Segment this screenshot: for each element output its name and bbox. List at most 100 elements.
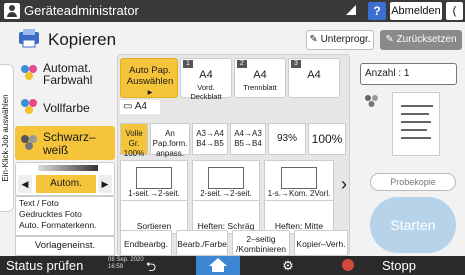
one-click-job-label: Ein-Klick-Job auswählen (1, 94, 10, 182)
full-color-icon (21, 99, 39, 115)
tray-3-number: 3 (291, 60, 301, 68)
density-scale (38, 165, 98, 171)
scale-fit-button[interactable]: An Pap.form. anpass. (150, 123, 190, 158)
bypass-tray-button[interactable]: ▭ A4 (120, 100, 160, 114)
tab-duplex-combine-l1: 2–seitig (246, 234, 276, 244)
quantity-field[interactable]: Anzahl : 1 (360, 63, 457, 85)
back-icon[interactable]: ⮌ (136, 258, 166, 274)
scale-93-button[interactable]: 93% (268, 123, 306, 155)
scale-fit-l2: anpass. (155, 149, 185, 158)
scale-a4-a3-button[interactable]: A4→A3 B5→B4 (230, 123, 266, 155)
color-full-option[interactable]: Vollfarbe (15, 92, 115, 122)
tray-1-number: 1 (183, 60, 193, 68)
power-button[interactable]: ( (446, 2, 463, 20)
next-page-arrow-icon[interactable]: › (337, 172, 351, 196)
sort-button[interactable]: Sortieren (120, 200, 188, 234)
duplex-1-2-icon (136, 167, 172, 189)
finishing-row: Sortieren Heften: Schräg Heften: Mitte (120, 200, 335, 234)
scale-full-l1: Volle Gr. (125, 129, 143, 148)
bw-line2: weiß (43, 143, 69, 157)
staple-slant-button[interactable]: Heften: Schräg (192, 200, 260, 234)
preview-mode-icon (365, 95, 378, 107)
reset-button[interactable]: ✎ Zurücksetzen (380, 30, 462, 50)
duplex-combine-label: 1-s.→Kom. 2Vorl. (267, 189, 331, 198)
scale-full-button[interactable]: Volle Gr. 100% (120, 123, 148, 158)
density-increase-button[interactable]: ▶ (98, 175, 112, 193)
tab-edit-color[interactable]: Bearb./Farbe (176, 230, 228, 256)
subprogram-label: Unterprogr. (320, 34, 371, 45)
original-type-line1: Text / Foto (19, 198, 59, 208)
auto-paper-button[interactable]: Auto Pap. Auswählen ▸ (120, 58, 178, 98)
top-bar: Geräteadministrator ? Abmelden ( (0, 0, 465, 22)
corner-dropdown-icon[interactable] (346, 5, 356, 15)
density-decrease-button[interactable]: ◀ (18, 175, 32, 193)
duplex-combine-icon (281, 167, 317, 189)
tray-2-button[interactable]: 2 A4 Trennblatt (234, 58, 286, 98)
check-status-button[interactable]: Status prüfen (6, 258, 83, 273)
color-auto-option[interactable]: Automat. Farbwahl (15, 58, 115, 88)
tray-2-sub: Trennblatt (243, 83, 277, 92)
tab-duplex-combine-l2: /Kombinieren (235, 244, 287, 254)
tab-copy-ratio[interactable]: Kopier–Verh. (294, 230, 348, 256)
original-type-line3: Auto. Formaterkenn. (19, 220, 97, 230)
start-button[interactable]: Starten (370, 197, 456, 253)
auto-color-line2: Farbwahl (43, 73, 93, 87)
tray-2-number: 2 (237, 60, 247, 68)
scale-fit-l1: An Pap.form. (152, 129, 188, 148)
sample-copy-button[interactable]: Probekopie (370, 173, 456, 191)
bypass-tray-size: A4 (134, 101, 147, 112)
subprogram-icon: ✎ (309, 34, 321, 45)
page-title: Kopieren (48, 30, 117, 49)
home-button[interactable] (196, 256, 240, 275)
bw-icon (21, 133, 39, 150)
tray-2-size: A4 (253, 69, 267, 81)
original-type-button[interactable]: Text / Foto Gedrucktes Foto Auto. Format… (15, 196, 115, 236)
duplex-1-2-label: 1-seit.→2-seit. (128, 189, 180, 198)
gear-icon[interactable]: ⚙ (278, 258, 298, 274)
duplex-2-2-icon (208, 167, 244, 189)
reset-icon: ✎ (385, 34, 397, 45)
duplex-2-2-label: 2-seit.→2-seit. (200, 189, 252, 198)
stop-icon (342, 259, 354, 271)
tab-duplex-combine[interactable]: 2–seitig /Kombinieren (232, 230, 290, 256)
scale-a3-a4-l2: B4→B5 (196, 139, 224, 148)
scale-a4-a3-l1: A4→A3 (234, 129, 262, 138)
subprogram-button[interactable]: ✎ Unterprogr. (306, 30, 374, 50)
scale-a3-a4-l1: A3→A4 (196, 129, 224, 138)
tray-3-size: A4 (307, 69, 321, 81)
full-color-label: Vollfarbe (43, 101, 90, 115)
reset-label: Zurücksetzen (396, 34, 457, 45)
tray-1-button[interactable]: 1 A4 Vord. Deckblatt (180, 58, 232, 101)
status-bar: Status prüfen 08 Sep. 2020 16:59 ⮌ ⚙ Sto… (0, 256, 465, 275)
tray-1-sub: Vord. Deckblatt (190, 83, 222, 101)
function-tabs: Endbearbg. Bearb./Farbe 2–seitig /Kombin… (120, 230, 348, 256)
user-icon (4, 3, 20, 19)
bypass-tray-icon: ▭ (123, 101, 135, 112)
density-control: ◀ Autom. ▶ (15, 162, 115, 196)
scale-row: Volle Gr. 100% An Pap.form. anpass. A3→A4 B… (120, 123, 348, 158)
original-type-line2: Gedrucktes Foto (19, 209, 82, 219)
tray-1-size: A4 (199, 69, 213, 81)
tab-finishing[interactable]: Endbearbg. (120, 230, 172, 256)
original-settings-button[interactable]: Vorlageneinst. (15, 236, 115, 256)
auto-color-icon (21, 65, 39, 81)
stop-button[interactable]: Stopp (338, 256, 465, 275)
one-click-job-tab[interactable]: Ein-Klick-Job auswählen (0, 64, 14, 212)
copier-icon (19, 29, 39, 48)
home-icon (209, 258, 227, 272)
user-title: Geräteadministrator (24, 3, 139, 18)
stop-label: Stopp (382, 258, 416, 273)
logout-button[interactable]: Abmelden (390, 2, 442, 20)
staple-center-button[interactable]: Heften: Mitte (264, 200, 334, 234)
auto-paper-label: Auto Pap. Auswählen ▸ (126, 65, 174, 98)
bw-line1: Schwarz– (43, 130, 96, 144)
scale-a4-a3-l2: B5→B4 (234, 139, 262, 148)
scale-full-l2: 100% (123, 149, 145, 158)
copy-preview (392, 92, 440, 156)
help-button[interactable]: ? (368, 2, 386, 20)
density-auto-button[interactable]: Autom. (36, 175, 96, 193)
scale-a3-a4-button[interactable]: A3→A4 B4→B5 (192, 123, 228, 155)
tray-3-button[interactable]: 3 A4 (288, 58, 340, 98)
scale-100-button[interactable]: 100% (308, 123, 346, 155)
color-bw-option[interactable]: Schwarz– weiß (15, 126, 115, 160)
